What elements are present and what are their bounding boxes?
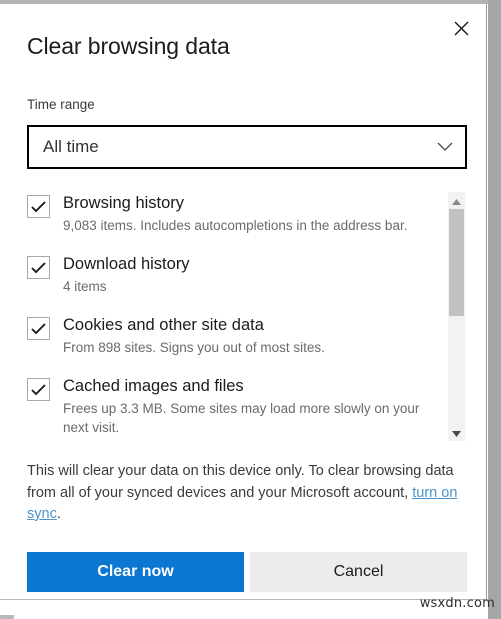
list-item[interactable]: Browsing history 9,083 items. Includes a… (27, 192, 407, 235)
list-item-text: Browsing history 9,083 items. Includes a… (63, 192, 407, 235)
triangle-down-icon (452, 424, 461, 442)
sync-note: This will clear your data on this device… (27, 461, 469, 526)
list-item-title: Cached images and files (63, 377, 244, 395)
scrollbar-up-button[interactable] (448, 192, 465, 209)
list-item-description: Frees up 3.3 MB. Some sites may load mor… (63, 401, 420, 435)
page-title: Clear browsing data (27, 33, 230, 59)
scrollbar-thumb[interactable] (449, 209, 464, 316)
dialog-actions: Clear now Cancel (27, 552, 467, 592)
sync-note-text-after: . (56, 506, 61, 522)
checkbox-browsing-history[interactable] (27, 195, 50, 218)
list-item[interactable]: Download history 4 items (27, 253, 190, 296)
checkbox-download-history[interactable] (27, 256, 50, 279)
check-icon (31, 322, 46, 334)
clear-browsing-data-dialog: Clear browsing data Time range All time (0, 4, 487, 600)
time-range-selected-value: All time (43, 137, 99, 156)
scrollbar-down-button[interactable] (448, 424, 465, 441)
list-item[interactable]: Cookies and other site data From 898 sit… (27, 314, 325, 357)
time-range-select[interactable]: All time (27, 125, 467, 169)
close-dialog-button[interactable] (446, 13, 476, 43)
time-range-label: Time range (27, 97, 95, 112)
check-icon (31, 200, 46, 212)
list-item-title: Browsing history (63, 194, 185, 212)
checkbox-cached-images-and-files[interactable] (27, 378, 50, 401)
cancel-button[interactable]: Cancel (250, 552, 467, 592)
sync-note-text-before: This will clear your data on this device… (27, 463, 454, 501)
clear-now-button[interactable]: Clear now (27, 552, 244, 592)
list-scrollbar[interactable] (448, 192, 465, 441)
list-item-text: Cookies and other site data From 898 sit… (63, 314, 325, 357)
triangle-up-icon (452, 192, 461, 210)
list-item-description: From 898 sites. Signs you out of most si… (63, 340, 325, 355)
screenshot-root: Clear browsing data Time range All time (0, 0, 501, 619)
list-item[interactable]: Cached images and files Frees up 3.3 MB.… (27, 375, 441, 437)
data-types-scroll-region: Browsing history 9,083 items. Includes a… (0, 187, 467, 443)
check-icon (31, 261, 46, 273)
page-background-bottom (0, 615, 14, 619)
data-types-list: Browsing history 9,083 items. Includes a… (0, 187, 441, 443)
check-icon (31, 383, 46, 395)
list-item-text: Download history 4 items (63, 253, 190, 296)
list-item-title: Download history (63, 255, 190, 273)
list-item-text: Cached images and files Frees up 3.3 MB.… (63, 375, 441, 437)
close-icon (454, 21, 469, 36)
chevron-down-icon (425, 142, 465, 152)
list-item-description: 9,083 items. Includes autocompletions in… (63, 218, 408, 233)
list-item-description: 4 items (63, 279, 107, 294)
watermark: wsxdn.com (419, 596, 495, 611)
list-item-title: Cookies and other site data (63, 316, 264, 334)
page-background-right (488, 0, 501, 619)
checkbox-cookies-and-other-site-data[interactable] (27, 317, 50, 340)
